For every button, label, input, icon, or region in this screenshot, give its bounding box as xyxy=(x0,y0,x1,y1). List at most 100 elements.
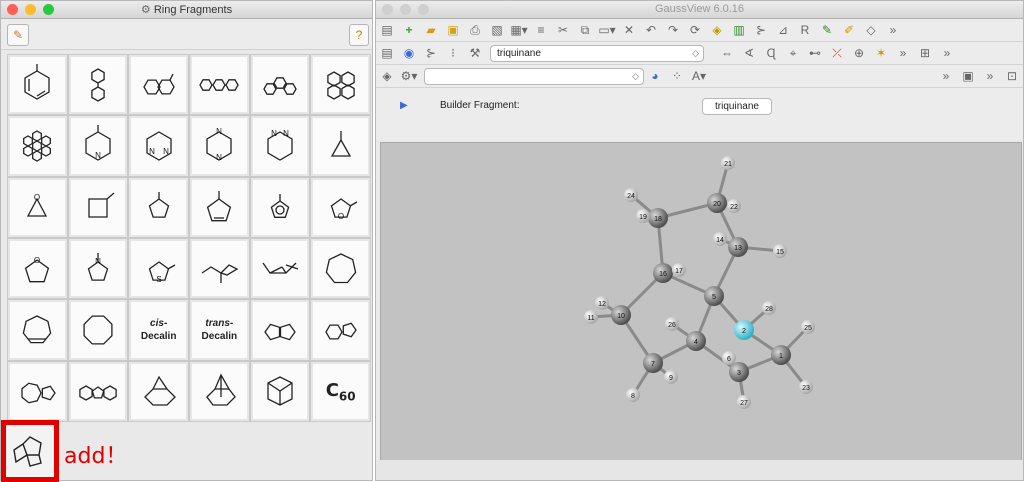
list-icon[interactable]: ≡ xyxy=(532,22,550,38)
fragment-tile-indene[interactable] xyxy=(311,300,370,360)
molecule-viewport[interactable]: 1 2 3 4 5 6 7 8 9 10 11 12 13 14 15 16 17 18 19 20 21 22 23 24 2… xyxy=(380,142,1022,462)
redo-icon[interactable]: ↷ xyxy=(664,22,682,38)
heteroatom-label: N xyxy=(271,129,277,138)
window-icon[interactable]: ▣ xyxy=(959,68,977,84)
fragment-tile-furan[interactable]: O xyxy=(311,177,370,237)
highlight-icon[interactable]: ✐ xyxy=(840,22,858,38)
fragment-tile-norbornene[interactable] xyxy=(129,361,188,421)
custom-icon[interactable]: ⚒ xyxy=(466,45,484,61)
fragment-tile-pyrimidine[interactable]: NN xyxy=(129,116,188,176)
fragment-tile-trans-decalin[interactable]: trans- Decalin xyxy=(190,300,249,360)
view-combo[interactable]: ◇ xyxy=(424,67,644,85)
fragment-tile-cyclopropane[interactable] xyxy=(311,116,370,176)
fragment-tile-fluorene[interactable] xyxy=(68,361,128,421)
fragment-tile-cyclobutane[interactable] xyxy=(68,177,128,237)
fragment-tile-cis-decalin[interactable]: cis- Decalin xyxy=(129,300,188,360)
symmetry-icon[interactable]: ◈ xyxy=(708,22,726,38)
add-valence-icon[interactable]: ⊷ xyxy=(806,45,824,61)
fragment-tile-cyclohexane-boat[interactable] xyxy=(250,238,310,299)
fragment-tile-thiophene[interactable]: S xyxy=(129,238,188,299)
add-icon[interactable]: + xyxy=(400,22,418,38)
view-icon[interactable]: ◈ xyxy=(378,68,396,84)
element-icon[interactable]: ▤ xyxy=(378,45,396,61)
fragment-tile-anthracene[interactable] xyxy=(190,55,249,115)
overflow-icon[interactable]: » xyxy=(894,45,912,61)
fragment-tile-tetrahydrofuran[interactable]: O xyxy=(8,238,67,299)
open-folder-icon[interactable]: ▰ xyxy=(422,22,440,38)
view-toolbar: ◈ ⚙▾ ◇ ◕ ⁘ A▾ » ▣ » ⊡ xyxy=(376,65,1023,88)
paste-icon[interactable]: ▭▾ xyxy=(598,22,616,38)
delete-icon[interactable]: ✕ xyxy=(620,22,638,38)
surface-icon[interactable]: ⊿ xyxy=(774,22,792,38)
dihedral-icon[interactable]: Ɋ xyxy=(762,45,780,61)
atom-number-label: 3 xyxy=(737,370,741,377)
cycloheptane-icon xyxy=(325,252,356,283)
pencil-icon[interactable]: ✎ xyxy=(818,22,836,38)
connection-icon[interactable]: ⊞ xyxy=(916,45,934,61)
rebond-icon[interactable]: ⊕ xyxy=(850,45,868,61)
sphere-icon[interactable]: ◕ xyxy=(646,68,664,84)
overflow-icon[interactable]: » xyxy=(938,45,956,61)
text-style-icon[interactable]: A▾ xyxy=(690,68,708,84)
fragment-tile-cyclooctane[interactable] xyxy=(68,300,128,360)
fragment-tile-cyclopentadienyl[interactable] xyxy=(250,177,310,237)
ruler-icon[interactable]: R xyxy=(796,22,814,38)
fragment-tile-benzene[interactable] xyxy=(8,55,67,115)
overflow-icon[interactable]: » xyxy=(884,22,902,38)
calculate-icon[interactable]: ▦▾ xyxy=(510,22,528,38)
coronene-icon xyxy=(23,130,52,162)
fragment-tile-norbornane[interactable] xyxy=(190,361,249,421)
new-file-icon[interactable]: ▤ xyxy=(378,22,396,38)
biological-icon[interactable]: ⁝ xyxy=(444,45,462,61)
fragment-tile-pyridazine[interactable]: NN xyxy=(250,116,310,176)
copy-icon[interactable]: ⧉ xyxy=(576,22,594,38)
cut-icon[interactable]: ✂ xyxy=(554,22,572,38)
fragment-tile-pyrene[interactable] xyxy=(311,55,370,115)
fragment-tile-phenanthrene[interactable] xyxy=(250,55,310,115)
help-icon[interactable]: ? xyxy=(349,24,369,46)
fragment-combo[interactable]: triquinane ◇ xyxy=(490,44,704,62)
added-fragment-tile[interactable] xyxy=(1,420,59,482)
overflow-icon[interactable]: » xyxy=(937,68,955,84)
print-icon[interactable]: ⎙ xyxy=(466,22,484,38)
mo-icon[interactable]: ▥ xyxy=(730,22,748,38)
fragment-tile-pyridine[interactable]: N xyxy=(68,116,128,176)
element-color-icon[interactable]: ⁘ xyxy=(668,68,686,84)
fragment-tile-oxirane[interactable]: O xyxy=(8,177,67,237)
save-icon[interactable]: ▣ xyxy=(444,22,462,38)
undo-icon[interactable]: ↶ xyxy=(642,22,660,38)
fragment-tile-pyrrole[interactable]: N xyxy=(68,238,128,299)
disclosure-triangle-icon[interactable]: ▶ xyxy=(400,100,408,111)
image-icon[interactable]: ▧ xyxy=(488,22,506,38)
fragment-tile-cycloheptatriene[interactable] xyxy=(8,300,67,360)
fragment-tile-cyclopentene[interactable] xyxy=(190,177,249,237)
pin-icon[interactable]: ✎ xyxy=(7,24,29,46)
inquire-icon[interactable]: ⌖ xyxy=(784,45,802,61)
delete-atom-icon[interactable]: ⤫ xyxy=(828,45,846,61)
diamond-icon[interactable]: ◇ xyxy=(862,22,880,38)
symmetrize-icon[interactable]: ✶ xyxy=(872,45,890,61)
fragment-tile-coronene[interactable] xyxy=(8,116,67,176)
ring-icon[interactable]: ◉ xyxy=(400,45,418,61)
overflow-icon[interactable]: » xyxy=(981,68,999,84)
tile-icon[interactable]: ⊡ xyxy=(1003,68,1021,84)
molecule-model[interactable]: 12345678910111213141516 17181920212223242… xyxy=(381,143,1021,461)
fragment-tile-cycloheptane[interactable] xyxy=(311,238,370,299)
fragment-tile-biphenyl[interactable] xyxy=(68,55,128,115)
fragment-tile-naphthalene[interactable] xyxy=(129,55,188,115)
bond-icon[interactable]: ⊱ xyxy=(752,22,770,38)
fragment-tile-azulene[interactable] xyxy=(8,361,67,421)
fragment-tile-pyrazine[interactable]: NN xyxy=(190,116,249,176)
builder-fragment-value[interactable]: triquinane xyxy=(702,98,772,115)
bond-length-icon[interactable]: ⇔ xyxy=(718,45,736,61)
heteroatom-label: N xyxy=(149,147,155,156)
angle-icon[interactable]: ∢ xyxy=(740,45,758,61)
fragment-tile-cyclohexane-chair[interactable] xyxy=(190,238,249,299)
fragment-tile-adamantane[interactable] xyxy=(250,361,310,421)
clean-icon[interactable]: ⟳ xyxy=(686,22,704,38)
fragment-tile-c60[interactable]: C60 xyxy=(311,361,370,421)
fragment-tile-cyclopentane[interactable] xyxy=(129,177,188,237)
fragment-tile-pentalene[interactable] xyxy=(250,300,310,360)
rgroup-icon[interactable]: ⊱ xyxy=(422,45,440,61)
fragment-menu-icon[interactable]: ⚙▾ xyxy=(400,68,418,84)
